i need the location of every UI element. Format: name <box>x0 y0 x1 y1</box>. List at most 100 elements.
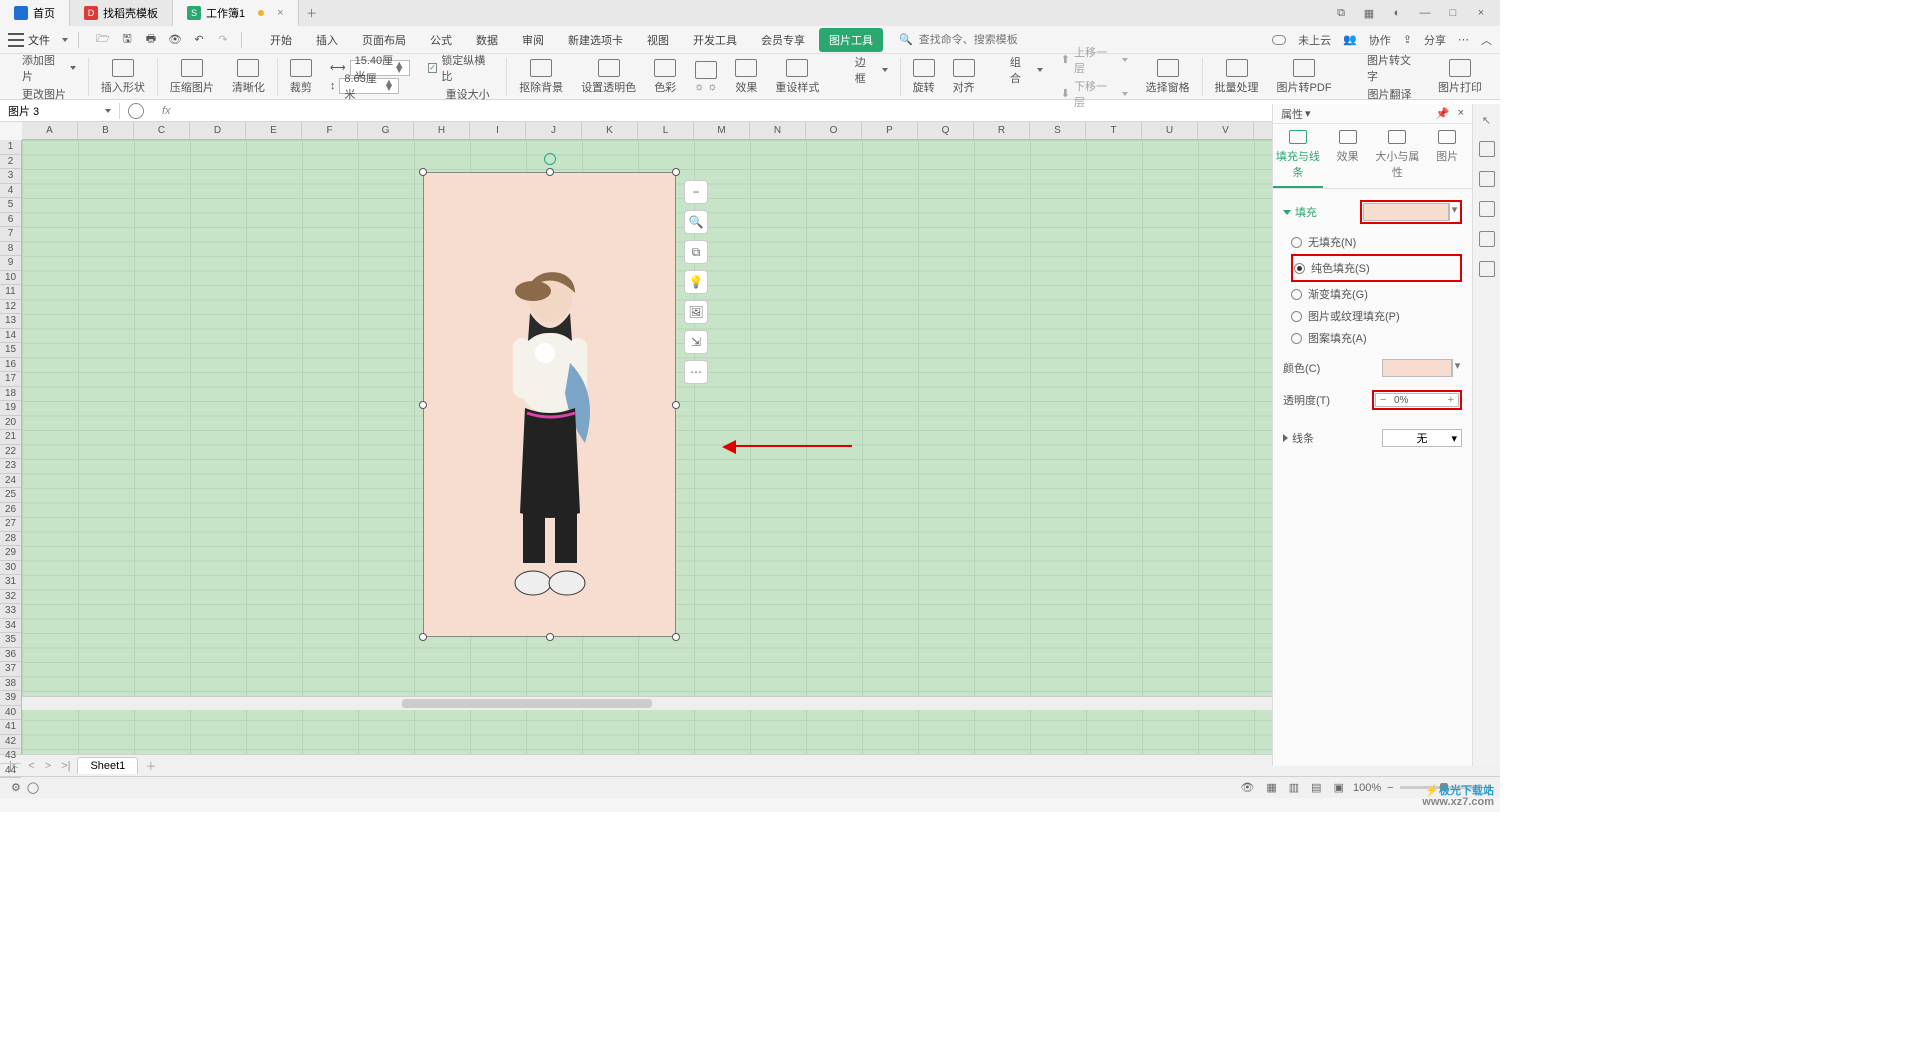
height-input[interactable]: 8.63厘米▲▼ <box>339 78 399 94</box>
more-icon[interactable]: ⋯ <box>1458 33 1469 46</box>
add-sheet-icon[interactable]: ＋ <box>142 758 159 774</box>
fill-color-swatch[interactable] <box>1363 203 1449 221</box>
apps-icon[interactable]: ▦ <box>1360 7 1378 20</box>
down-layer-button[interactable]: ⬇下移一层 <box>1061 78 1128 110</box>
tab-fill-line[interactable]: 填充与线条 <box>1273 124 1323 188</box>
chevron-up-icon[interactable]: ︿ <box>1481 32 1492 48</box>
pin-icon[interactable]: 📌 <box>1436 107 1450 120</box>
resize-handle[interactable] <box>546 168 554 176</box>
prev-sheet-icon[interactable]: < <box>25 760 37 772</box>
settings-icon[interactable]: ⚙ <box>11 781 21 794</box>
preview-icon[interactable]: 👁 <box>167 32 183 48</box>
view1-icon[interactable]: ▥ <box>1289 781 1299 794</box>
insert-shape-button[interactable]: 插入形状 <box>93 59 153 95</box>
caret-down-icon[interactable]: ▾ <box>1449 203 1459 221</box>
eye-icon[interactable]: 👁 <box>1240 781 1254 794</box>
tab-effect[interactable]: 效果 <box>1323 124 1373 188</box>
cloud-icon[interactable] <box>1479 231 1495 247</box>
border-button[interactable]: 边框 <box>837 54 887 86</box>
redo-icon[interactable]: ↷ <box>215 32 231 48</box>
reset-style-button[interactable]: 重设样式 <box>767 59 827 95</box>
tab-dev[interactable]: 开发工具 <box>683 28 747 52</box>
rotate-handle[interactable] <box>544 153 556 165</box>
tab-start[interactable]: 开始 <box>260 28 302 52</box>
tab-insert[interactable]: 插入 <box>306 28 348 52</box>
resize-handle[interactable] <box>672 633 680 641</box>
more-icon[interactable]: ⋯ <box>684 360 708 384</box>
compress-button[interactable]: 压缩图片 <box>162 59 222 95</box>
save-icon[interactable]: 🖫 <box>119 32 135 48</box>
collab-button[interactable]: 协作 <box>1369 32 1391 48</box>
translate-button[interactable]: 图片翻译 <box>1350 86 1420 102</box>
zoom-level[interactable]: 100% <box>1353 782 1381 794</box>
cloud-status[interactable]: 未上云 <box>1298 32 1331 48</box>
zoom-out-icon[interactable]: − <box>684 180 708 204</box>
tab-size-props[interactable]: 大小与属性 <box>1373 124 1423 188</box>
tab-view[interactable]: 视图 <box>637 28 679 52</box>
close-panel-icon[interactable]: × <box>1458 107 1464 120</box>
set-transparent-button[interactable]: 设置透明色 <box>573 59 644 95</box>
replace-icon[interactable]: 🖼 <box>684 300 708 324</box>
to-text-button[interactable]: 图片转文字 <box>1350 52 1420 84</box>
resize-handle[interactable] <box>419 633 427 641</box>
file-menu[interactable]: 文件 <box>28 32 50 48</box>
hamburger-icon[interactable] <box>8 33 24 47</box>
layout-icon[interactable]: ⧉ <box>1332 7 1350 20</box>
tab-data[interactable]: 数据 <box>466 28 508 52</box>
name-box[interactable]: 图片 3 <box>0 103 120 119</box>
to-pdf-button[interactable]: 图片转PDF <box>1269 59 1340 95</box>
selection-pane-button[interactable]: 选择窗格 <box>1138 59 1198 95</box>
layers-icon[interactable] <box>1479 171 1495 187</box>
tab-picture[interactable]: 图片 <box>1422 124 1472 188</box>
align-button[interactable]: 对齐 <box>945 59 983 95</box>
minimize-icon[interactable]: — <box>1416 7 1434 20</box>
tab-custom[interactable]: 新建选项卡 <box>558 28 633 52</box>
search-input[interactable] <box>919 34 1039 46</box>
print-image-button[interactable]: 图片打印 <box>1430 59 1490 95</box>
share-button[interactable]: 分享 <box>1424 32 1446 48</box>
fill-picture-radio[interactable]: 图片或纹理填充(P) <box>1291 305 1462 327</box>
view2-icon[interactable]: ▤ <box>1311 781 1321 794</box>
group-button[interactable]: 组合 <box>993 54 1043 86</box>
command-search[interactable]: 🔍 <box>899 33 1039 46</box>
caret-down-icon[interactable]: ▾ <box>1452 359 1462 377</box>
line-style-select[interactable]: 无▾ <box>1382 429 1462 447</box>
resize-handle[interactable] <box>672 401 680 409</box>
reset-size-button[interactable]: 重设大小 <box>428 86 495 102</box>
zoom-fit-icon[interactable]: 🔍 <box>684 210 708 234</box>
resize-handle[interactable] <box>419 401 427 409</box>
tab-workbook[interactable]: S 工作簿1 × <box>173 0 299 26</box>
maximize-icon[interactable]: □ <box>1444 7 1462 20</box>
tab-formula[interactable]: 公式 <box>420 28 462 52</box>
sheet-tab[interactable]: Sheet1 <box>77 757 138 774</box>
add-tab-button[interactable]: ＋ <box>299 5 325 21</box>
magnify-icon[interactable] <box>128 103 144 119</box>
fill-solid-radio[interactable]: 纯色填充(S) <box>1294 257 1459 279</box>
fx-label[interactable]: fx <box>152 105 181 117</box>
add-image-button[interactable]: 添加图片 <box>18 52 76 84</box>
close-icon[interactable]: × <box>277 7 283 19</box>
effect-button[interactable]: 效果 <box>727 59 765 95</box>
resize-handle[interactable] <box>546 633 554 641</box>
fill-pattern-radio[interactable]: 图案填充(A) <box>1291 327 1462 349</box>
crop-tool-icon[interactable]: ⧉ <box>684 240 708 264</box>
crop-button[interactable]: 裁剪 <box>282 59 320 95</box>
print-icon[interactable]: 🖶 <box>143 32 159 48</box>
rotate-button[interactable]: 旋转 <box>905 59 943 95</box>
picture-object[interactable] <box>423 172 676 637</box>
tab-home[interactable]: 首页 <box>0 0 70 26</box>
change-image-button[interactable]: 更改图片 <box>18 86 76 102</box>
remove-bg-button[interactable]: 抠除背景 <box>511 59 571 95</box>
collapse-icon[interactable] <box>1283 210 1291 215</box>
clarity-button[interactable]: 清晰化 <box>224 59 273 95</box>
expand-icon[interactable] <box>1283 434 1288 442</box>
fill-gradient-radio[interactable]: 渐变填充(G) <box>1291 283 1462 305</box>
color-picker[interactable] <box>1382 359 1452 377</box>
assets-icon[interactable] <box>1479 201 1495 217</box>
user-icon[interactable]: ◐ <box>1388 7 1406 20</box>
brightness-button[interactable]: ☼ ☼ <box>686 61 725 93</box>
book-icon[interactable] <box>1479 261 1495 277</box>
next-sheet-icon[interactable]: > <box>42 760 54 772</box>
resize-handle[interactable] <box>419 168 427 176</box>
last-sheet-icon[interactable]: >| <box>58 760 73 772</box>
